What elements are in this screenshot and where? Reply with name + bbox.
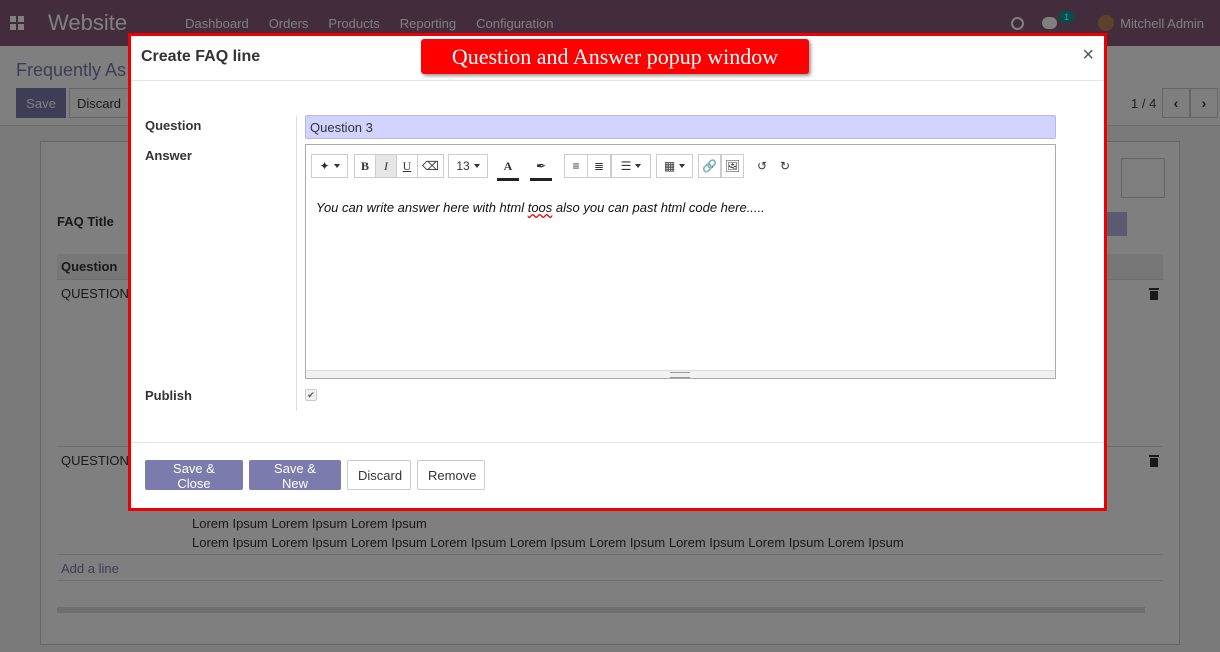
editor-toolbar: ✦ B I U ⌫ 13 A ✒ ≡ ≣ ☰ ▦ 🔗 🖼 ↺ ↻ bbox=[306, 145, 1055, 183]
question-input[interactable] bbox=[305, 115, 1056, 139]
italic-button[interactable]: I bbox=[375, 154, 397, 178]
undo-icon[interactable]: ↺ bbox=[751, 154, 773, 178]
image-icon[interactable]: 🖼 bbox=[721, 154, 744, 178]
table-dropdown[interactable]: ▦ bbox=[656, 154, 693, 178]
color-indicator bbox=[497, 178, 519, 181]
question-label: Question bbox=[145, 118, 202, 133]
create-faq-line-dialog: Create FAQ line Question and Answer popu… bbox=[128, 33, 1107, 511]
font-color-icon[interactable]: A bbox=[495, 154, 521, 181]
redo-icon[interactable]: ↻ bbox=[774, 154, 796, 178]
chevron-down-icon bbox=[473, 164, 480, 168]
misspelled-word: toos bbox=[527, 200, 553, 215]
label-divider bbox=[296, 116, 297, 411]
modal-header: Create FAQ line Question and Answer popu… bbox=[131, 36, 1104, 81]
publish-checkbox[interactable]: ✔ bbox=[305, 389, 317, 401]
link-icon[interactable]: 🔗 bbox=[698, 154, 721, 178]
save-new-button[interactable]: Save & New bbox=[249, 460, 341, 491]
close-icon[interactable]: × bbox=[1082, 44, 1094, 67]
underline-button[interactable]: U bbox=[396, 154, 418, 178]
bold-button[interactable]: B bbox=[354, 154, 376, 178]
publish-label: Publish bbox=[145, 388, 192, 403]
font-size-value: 13 bbox=[456, 159, 470, 173]
editor-resize-handle[interactable] bbox=[306, 370, 1055, 378]
answer-html-editor[interactable]: ✦ B I U ⌫ 13 A ✒ ≡ ≣ ☰ ▦ 🔗 🖼 ↺ ↻ You can… bbox=[305, 144, 1056, 379]
remove-button[interactable]: Remove bbox=[417, 460, 485, 490]
font-size-dropdown[interactable]: 13 bbox=[448, 154, 488, 178]
checkmark-icon: ✔ bbox=[307, 389, 315, 400]
eraser-icon[interactable]: ⌫ bbox=[417, 154, 444, 178]
chevron-down-icon bbox=[635, 164, 642, 168]
answer-content[interactable]: You can write answer here with html toos… bbox=[316, 200, 765, 215]
save-close-button[interactable]: Save & Close bbox=[145, 460, 243, 491]
modal-discard-button[interactable]: Discard bbox=[347, 460, 411, 490]
paint-brush-icon[interactable]: ✒ bbox=[528, 154, 554, 181]
numbered-list-icon[interactable]: ≣ bbox=[587, 154, 611, 178]
bullet-list-icon[interactable]: ≡ bbox=[564, 154, 588, 178]
table-icon: ▦ bbox=[663, 159, 676, 173]
modal-footer: Save & Close Save & New Discard Remove bbox=[131, 442, 1104, 508]
answer-text-start: You can write answer here with html bbox=[316, 200, 528, 215]
answer-text-end: also you can past html code here..... bbox=[552, 200, 765, 215]
align-dropdown[interactable]: ☰ bbox=[611, 154, 651, 178]
answer-label: Answer bbox=[145, 148, 192, 163]
annotation-label: Question and Answer popup window bbox=[421, 39, 809, 74]
align-left-icon: ☰ bbox=[620, 159, 632, 173]
style-dropdown[interactable]: ✦ bbox=[311, 154, 348, 178]
magic-wand-icon: ✦ bbox=[319, 159, 330, 173]
chevron-down-icon bbox=[679, 164, 686, 168]
color-indicator bbox=[530, 178, 552, 181]
chevron-down-icon bbox=[333, 164, 340, 168]
modal-title: Create FAQ line bbox=[141, 48, 261, 65]
